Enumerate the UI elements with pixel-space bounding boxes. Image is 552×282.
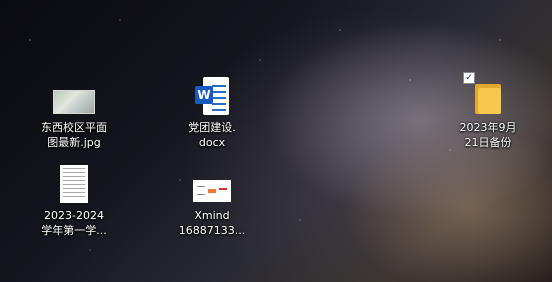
label-line: 图最新.jpg <box>47 136 101 149</box>
label-line: docx <box>198 136 226 149</box>
document-thumbnail-icon <box>60 164 88 204</box>
desktop-icon-academic-year-doc[interactable]: 2023-2024 学年第一学... <box>26 164 122 238</box>
word-document-icon: W <box>195 76 229 116</box>
label-line: 16887133... <box>178 224 246 237</box>
xmind-thumbnail-icon <box>193 178 231 204</box>
label-line: 东西校区平面 <box>41 121 107 134</box>
label-line: 2023-2024 <box>44 209 104 222</box>
desktop-icon-party-doc[interactable]: W 党团建设. docx <box>164 76 260 150</box>
word-badge: W <box>195 86 213 104</box>
icon-label: 2023-2024 学年第一学... <box>41 208 107 238</box>
icon-label: 东西校区平面 图最新.jpg <box>41 120 107 150</box>
label-line: 2023年9月 <box>459 121 517 134</box>
icon-label: 2023年9月 21日备份 <box>460 120 517 150</box>
folder-icon: ✓ <box>463 72 501 116</box>
desktop-icon-campus-map[interactable]: 东西校区平面 图最新.jpg <box>26 88 122 150</box>
selection-checkbox[interactable]: ✓ <box>463 72 475 84</box>
label-line: Xmind <box>194 209 230 222</box>
image-thumbnail-icon <box>53 88 95 116</box>
desktop-icon-xmind[interactable]: Xmind 16887133... <box>164 178 260 238</box>
desktop-icon-backup-folder[interactable]: ✓ 2023年9月 21日备份 <box>440 72 536 150</box>
icon-label: Xmind 16887133... <box>179 208 245 238</box>
label-line: 21日备份 <box>464 136 512 149</box>
label-line: 学年第一学... <box>41 224 107 237</box>
label-line: 党团建设. <box>188 121 236 134</box>
icon-label: 党团建设. docx <box>188 120 236 150</box>
